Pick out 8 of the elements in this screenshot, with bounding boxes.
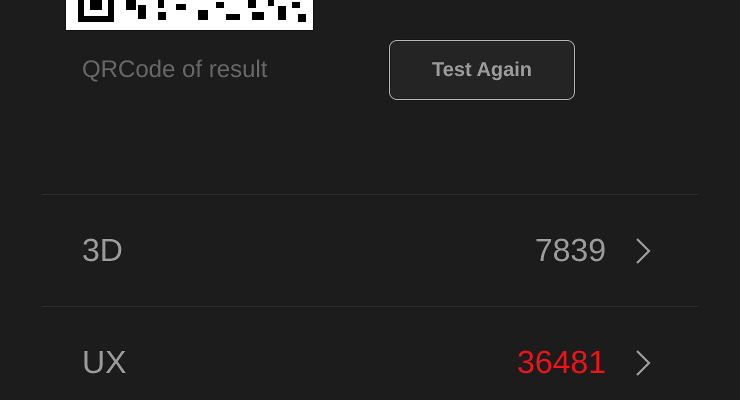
chevron-right-icon[interactable] [634, 236, 652, 264]
test-again-button[interactable]: Test Again [389, 40, 575, 100]
score-value: 7839 [534, 232, 606, 269]
score-label: UX [82, 344, 128, 381]
qr-caption: QRCode of result [82, 56, 268, 84]
score-value: 36481 [517, 344, 606, 381]
score-label: 3D [82, 232, 124, 269]
chevron-right-icon[interactable] [634, 348, 652, 376]
